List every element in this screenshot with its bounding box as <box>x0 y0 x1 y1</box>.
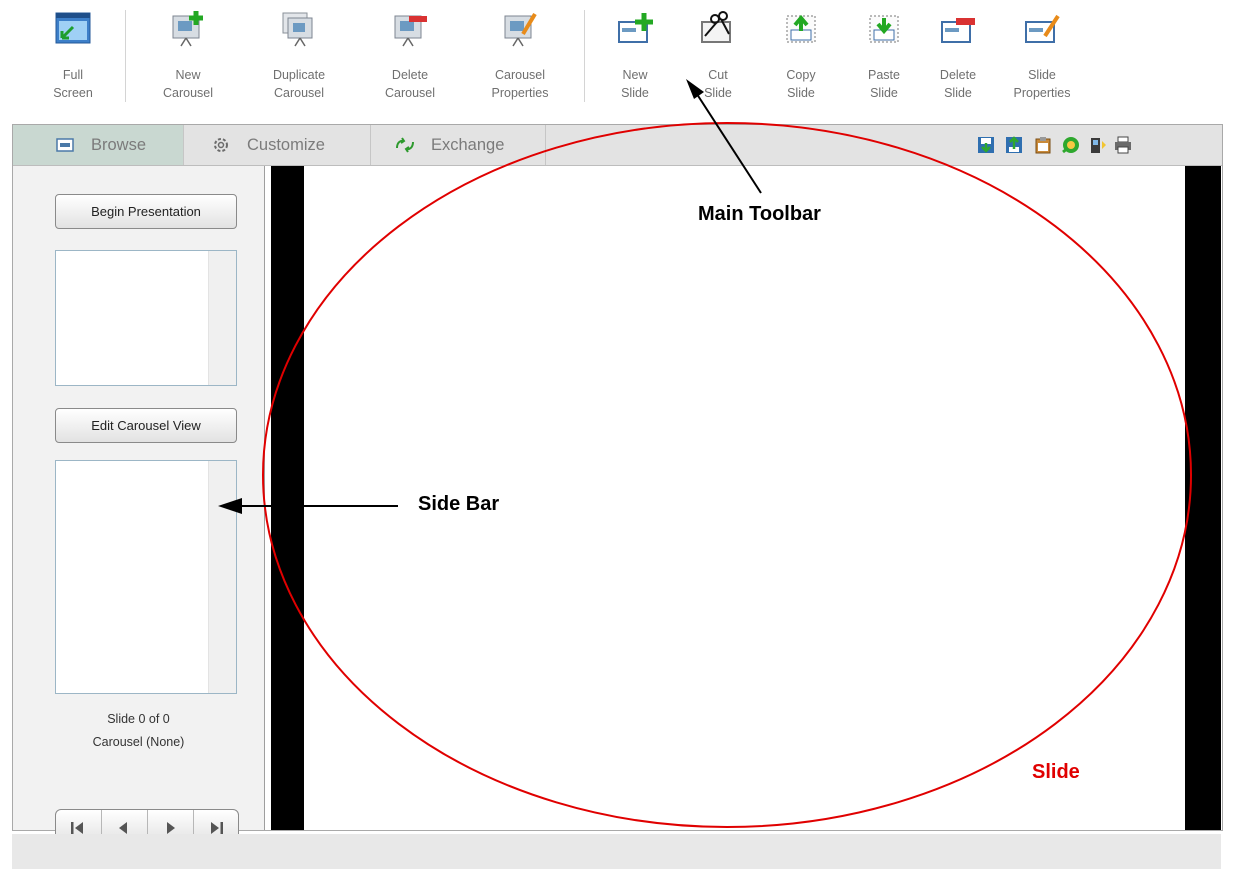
save-icon[interactable] <box>976 135 996 155</box>
slide-callout: Slide <box>1032 761 1080 783</box>
presentation-list[interactable] <box>55 250 237 386</box>
edit-carousel-view-button[interactable]: Edit Carousel View <box>55 408 237 443</box>
carousel-slide-list[interactable] <box>55 460 237 694</box>
slide-properties-button[interactable]: Slide Properties <box>1001 6 1083 112</box>
full-screen-button[interactable]: Full Screen <box>32 6 114 112</box>
browse-icon <box>56 138 74 152</box>
paste-slide-icon <box>869 15 899 43</box>
slide-border-left <box>271 166 304 830</box>
slide-properties-label: Slide Properties <box>1013 68 1071 100</box>
clipboard-icon[interactable] <box>1033 135 1053 155</box>
carousel-properties-icon <box>504 12 537 47</box>
new-slide-icon <box>618 13 653 43</box>
full-screen-label: Full Screen <box>53 68 93 100</box>
duplicate-carousel-icon <box>282 12 313 47</box>
slide-border-right <box>1185 166 1221 830</box>
scrollbar[interactable] <box>208 251 236 385</box>
application-panel: Browse Customize Exchange Begin Presenta… <box>12 124 1223 847</box>
delete-carousel-icon <box>394 15 427 47</box>
new-carousel-label: New Carousel <box>162 68 214 100</box>
new-slide-label: New Slide <box>621 68 649 100</box>
gear-icon <box>214 138 228 152</box>
paste-slide-label: Paste Slide <box>868 68 900 100</box>
side-bar-callout: Side Bar <box>418 493 500 515</box>
copy-slide-label: Copy Slide <box>786 68 816 100</box>
paste-slide-button[interactable]: Paste Slide <box>843 6 925 112</box>
full-screen-icon <box>55 12 91 44</box>
delete-carousel-button[interactable]: Delete Carousel <box>369 6 451 112</box>
delete-slide-label: Delete Slide <box>939 68 977 100</box>
help-icon[interactable] <box>1061 135 1081 155</box>
new-carousel-button[interactable]: New Carousel <box>147 6 229 112</box>
export-icon[interactable] <box>1004 135 1024 155</box>
cut-slide-icon <box>701 11 731 43</box>
tab-customize[interactable]: Customize <box>184 125 371 165</box>
main-toolbar: Full Screen New Carousel Duplicate Carou… <box>0 0 1233 118</box>
carousel-properties-button[interactable]: Carousel Properties <box>479 6 561 112</box>
duplicate-carousel-button[interactable]: Duplicate Carousel <box>258 6 340 112</box>
tab-browse-label: Browse <box>91 136 147 154</box>
new-slide-button[interactable]: New Slide <box>594 6 676 112</box>
toolbar-separator <box>125 10 126 102</box>
slide-counter: Slide 0 of 0 <box>107 712 170 726</box>
delete-slide-icon <box>941 18 975 43</box>
main-toolbar-callout: Main Toolbar <box>698 203 821 225</box>
tab-exchange-label: Exchange <box>431 136 505 154</box>
carousel-name: Carousel (None) <box>92 735 185 749</box>
toolbar-separator <box>584 10 585 102</box>
carousel-properties-label: Carousel Properties <box>491 68 549 100</box>
print-icon[interactable] <box>1113 135 1133 155</box>
tab-customize-label: Customize <box>247 136 325 154</box>
status-bar <box>12 834 1221 869</box>
tab-exchange[interactable]: Exchange <box>371 125 546 165</box>
begin-presentation-button[interactable]: Begin Presentation <box>55 194 237 229</box>
exchange-icon <box>396 137 414 153</box>
copy-slide-icon <box>786 14 816 43</box>
slide-properties-icon <box>1025 14 1060 43</box>
side-bar: Begin Presentation Edit Carousel View Sl… <box>13 166 265 847</box>
tab-browse[interactable]: Browse <box>13 125 184 165</box>
scrollbar[interactable] <box>208 461 236 693</box>
delete-carousel-label: Delete Carousel <box>384 68 436 100</box>
duplicate-carousel-label: Duplicate Carousel <box>272 68 326 100</box>
cut-slide-label: Cut Slide <box>704 68 732 100</box>
tab-bar: Browse Customize Exchange <box>13 125 1222 166</box>
copy-slide-button[interactable]: Copy Slide <box>760 6 842 112</box>
cut-slide-button[interactable]: Cut Slide <box>677 6 759 112</box>
device-icon[interactable] <box>1088 135 1108 155</box>
new-carousel-icon <box>172 11 203 47</box>
delete-slide-button[interactable]: Delete Slide <box>917 6 999 112</box>
